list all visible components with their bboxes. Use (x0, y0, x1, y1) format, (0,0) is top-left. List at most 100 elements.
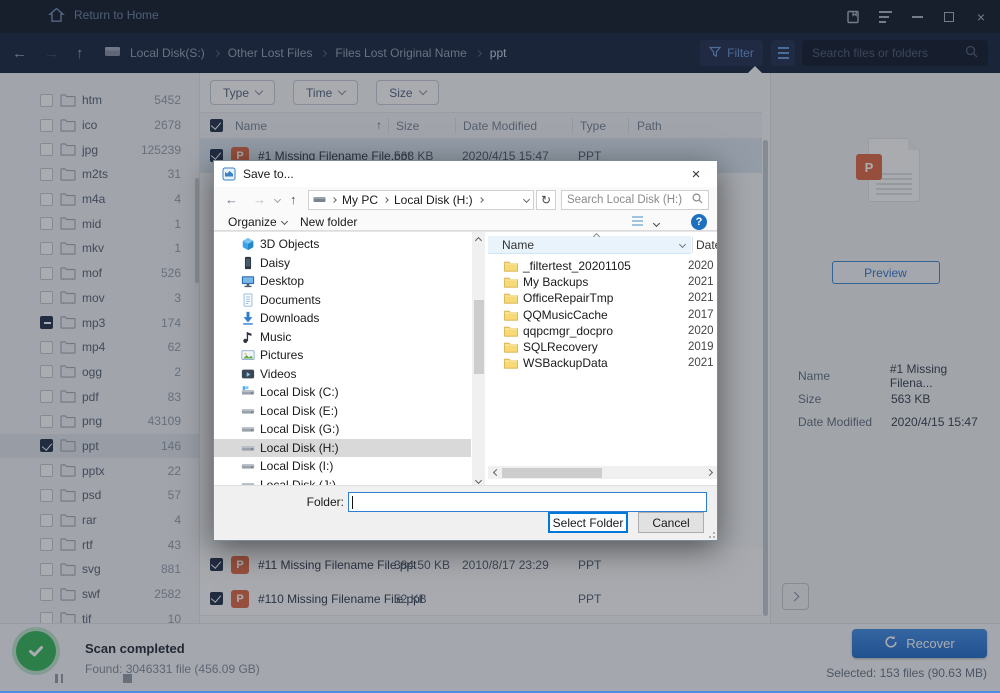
tree-item[interactable]: Documents (214, 291, 471, 310)
dialog-address-bar: ← → ↑ My PC Local Disk (H:) ↻ Search Loc… (214, 187, 717, 213)
column-date[interactable]: Date (696, 238, 717, 252)
tree-item-label: Music (260, 330, 291, 344)
tree-item-label: Downloads (260, 311, 319, 325)
folder-name: My Backups (523, 275, 588, 289)
tree-scrollbar[interactable] (472, 232, 485, 487)
dialog-body: 3D Objects Daisy Desktop Documents Downl… (214, 231, 717, 487)
history-dropdown-icon[interactable] (274, 196, 281, 203)
view-dropdown-icon[interactable] (653, 220, 660, 227)
new-folder-button[interactable]: New folder (300, 215, 357, 229)
tree-item[interactable]: Videos (214, 365, 471, 384)
dialog-up-button[interactable]: ↑ (290, 192, 297, 207)
tree-item-label: Local Disk (G:) (260, 422, 339, 436)
folder-name: OfficeRepairTmp (523, 291, 613, 305)
folder-label: Folder: (306, 495, 344, 509)
folder-name: QQMusicCache (523, 308, 608, 322)
scroll-up-icon[interactable] (472, 232, 485, 245)
chevron-down-icon (281, 217, 288, 224)
folder-date: 2021 (688, 292, 714, 304)
scrollbar-thumb[interactable] (502, 468, 602, 478)
folder-icon (504, 325, 518, 337)
chevron-right-icon (478, 197, 484, 203)
folder-tree: 3D Objects Daisy Desktop Documents Downl… (214, 235, 471, 487)
tree-item[interactable]: Local Disk (I:) (214, 457, 471, 476)
dialog-close-button[interactable]: × (675, 161, 717, 187)
breadcrumb-item[interactable]: Local Disk (H:) (394, 193, 473, 207)
tree-item[interactable]: Pictures (214, 346, 471, 365)
scrollbar-thumb[interactable] (474, 300, 484, 374)
refresh-button[interactable]: ↻ (536, 190, 556, 210)
dialog-breadcrumb[interactable]: My PC Local Disk (H:) (308, 190, 534, 210)
folder-name: qqpcmgr_docpro (523, 324, 613, 338)
cancel-button[interactable]: Cancel (638, 512, 704, 533)
chevron-right-icon (331, 197, 337, 203)
folder-name: _filtertest_20201105 (523, 259, 631, 273)
folder-row[interactable]: My Backups 2021 (488, 274, 717, 290)
tree-item-label: Desktop (260, 274, 304, 288)
tree-item[interactable]: Local Disk (E:) (214, 402, 471, 421)
tree-item-label: Documents (260, 293, 321, 307)
folder-name-input[interactable] (348, 492, 707, 512)
folder-date: 2021 (688, 357, 714, 369)
tree-item-label: Local Disk (C:) (260, 385, 339, 399)
view-options-icon[interactable] (632, 216, 643, 226)
folder-icon (504, 341, 518, 353)
tree-item-label: Local Disk (I:) (260, 459, 333, 473)
dialog-search-input[interactable]: Search Local Disk (H:) (561, 190, 709, 210)
folder-icon (504, 276, 518, 288)
search-icon (692, 193, 703, 207)
folder-name: WSBackupData (523, 356, 608, 370)
tree-item-label: Daisy (260, 256, 290, 270)
tree-item-label: 3D Objects (260, 237, 319, 251)
scroll-right-icon[interactable] (704, 466, 717, 479)
tree-item[interactable]: Daisy (214, 254, 471, 273)
breadcrumb-item[interactable]: My PC (342, 193, 378, 207)
dialog-titlebar[interactable]: Save to... × (214, 161, 717, 187)
tree-item[interactable]: Downloads (214, 309, 471, 328)
tree-item-label: Local Disk (H:) (260, 441, 339, 455)
folder-icon (504, 260, 518, 272)
dialog-icon (222, 167, 236, 184)
folder-date: 2020 (688, 260, 714, 272)
save-to-dialog: Save to... × ← → ↑ My PC Local Disk (H:)… (213, 160, 718, 541)
address-dropdown-icon[interactable] (523, 195, 530, 202)
folder-list: Name Date _filtertest_20201105 2020 My B… (488, 232, 717, 487)
chevron-right-icon (383, 197, 389, 203)
folder-icon (504, 357, 518, 369)
tree-item-label: Local Disk (E:) (260, 404, 338, 418)
folder-date: 2020 (688, 325, 714, 337)
folder-row[interactable]: WSBackupData 2021 (488, 355, 717, 371)
tree-item[interactable]: Desktop (214, 272, 471, 291)
folder-date: 2019 (688, 341, 714, 353)
text-caret (352, 496, 353, 509)
folder-row[interactable]: QQMusicCache 2017 (488, 307, 717, 323)
folder-row[interactable]: SQLRecovery 2019 (488, 339, 717, 355)
folder-list-header: Name Date (488, 236, 717, 254)
app-window: Return to Home × ← → ↑ Local Disk(S:) Ot… (0, 0, 1000, 693)
tree-item[interactable]: Music (214, 328, 471, 347)
dialog-back-button[interactable]: ← (225, 192, 238, 207)
folder-name: SQLRecovery (523, 340, 598, 354)
folder-row[interactable]: _filtertest_20201105 2020 (488, 258, 717, 274)
folder-row[interactable]: OfficeRepairTmp 2021 (488, 290, 717, 306)
tree-item-label: Videos (260, 367, 296, 381)
tree-item[interactable]: Local Disk (G:) (214, 420, 471, 439)
organize-button[interactable]: Organize (228, 215, 287, 229)
column-name[interactable]: Name (488, 236, 691, 254)
filter-dropdown-icon[interactable] (679, 241, 686, 248)
tree-item[interactable]: 3D Objects (214, 235, 471, 254)
dialog-forward-button[interactable]: → (253, 192, 266, 207)
dialog-toolbar: Organize New folder ? (214, 213, 717, 231)
scroll-left-icon[interactable] (488, 466, 501, 479)
select-folder-button[interactable]: Select Folder (548, 512, 628, 533)
horizontal-scrollbar[interactable] (488, 466, 717, 479)
drive-icon (313, 193, 326, 207)
tree-item[interactable]: Local Disk (H:) (214, 439, 471, 458)
folder-row[interactable]: qqpcmgr_docpro 2020 (488, 323, 717, 339)
folder-icon (504, 309, 518, 321)
tree-item-label: Pictures (260, 348, 303, 362)
resize-grip[interactable] (707, 530, 715, 538)
help-button[interactable]: ? (691, 214, 707, 230)
tree-item[interactable]: Local Disk (C:) (214, 383, 471, 402)
folder-date: 2017 (688, 309, 714, 321)
